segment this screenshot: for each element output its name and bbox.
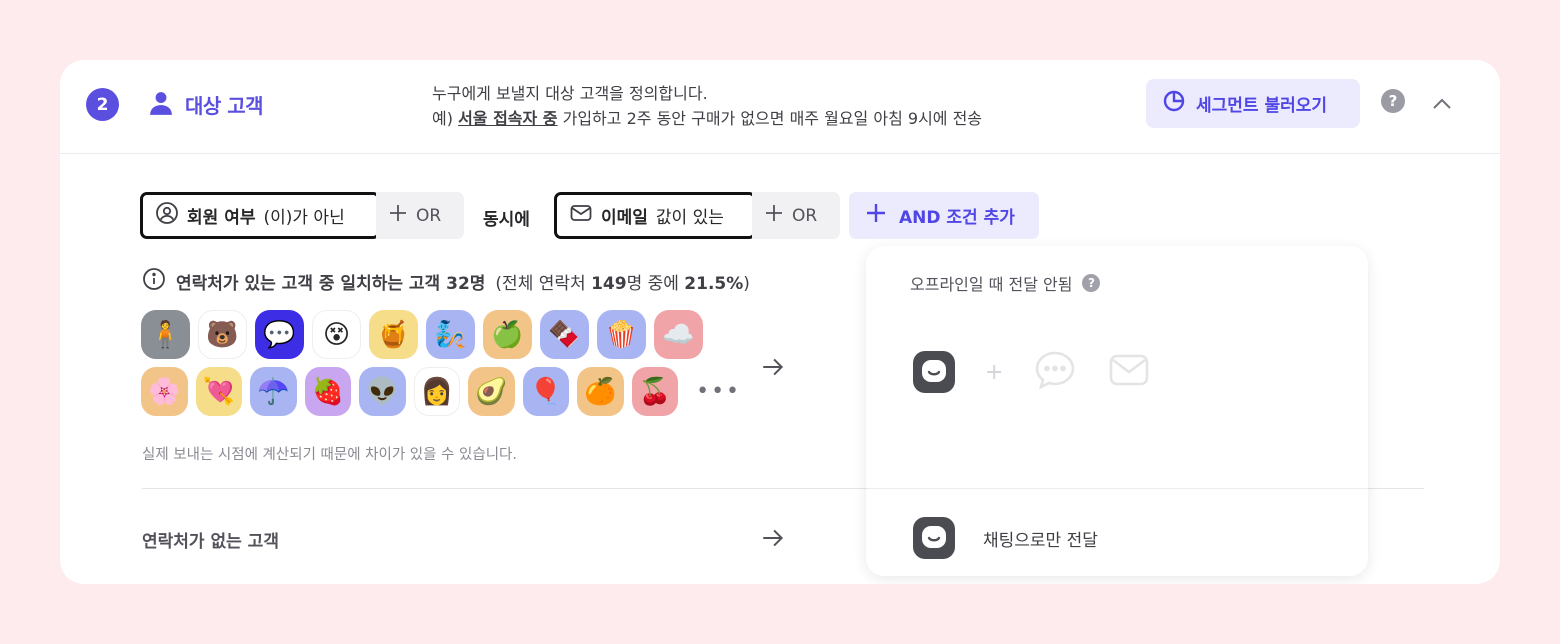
step-badge: 2 — [86, 88, 119, 121]
mail-icon[interactable] — [1107, 348, 1151, 396]
description-line-1: 누구에게 보낼지 대상 고객을 정의합니다. — [432, 84, 708, 103]
or-label: OR — [792, 205, 818, 226]
customer-avatar: 👽 — [359, 367, 406, 416]
detail-open: (전체 연락처 — [495, 274, 592, 294]
customer-avatar: 👩 — [413, 367, 461, 416]
channel-panel: 오프라인일 때 전달 안됨 ? + 채팅으로만 전달 — [866, 246, 1368, 576]
description-line-2: 예) 서울 접속자 중 가입하고 2주 동안 구매가 없으면 매주 월요일 아침… — [432, 105, 982, 129]
plus-icon — [388, 203, 408, 228]
customer-avatar: 💘 — [195, 367, 242, 416]
condition-field: 이메일 — [601, 208, 648, 228]
match-count-text: 연락처가 있는 고객 중 일치하는 고객 32명 — [176, 274, 486, 294]
match-detail: (전체 연락처 149명 중에 21.5%) — [495, 269, 750, 294]
add-and-condition-label: AND 조건 추가 — [899, 208, 1015, 228]
total-contacts: 149 — [591, 274, 627, 294]
panel-divider — [866, 488, 1368, 489]
customer-avatar: 🎈 — [522, 367, 570, 416]
or-button[interactable]: OR — [376, 192, 464, 239]
chevron-up-icon[interactable] — [1430, 92, 1454, 120]
load-segment-label: 세그먼트 불러오기 — [1196, 96, 1328, 116]
customer-avatar: 🍫 — [540, 310, 589, 359]
section-header: 2 대상 고객 누구에게 보낼지 대상 고객을 정의합니다. 예) 서울 접속자… — [60, 60, 1500, 154]
avatar-row: 🌸 💘 ☂️ 🍓 👽 👩 🥑 🎈 🍊 🍒 ••• — [141, 367, 741, 416]
more-avatars-icon: ••• — [696, 379, 742, 404]
customer-avatar: 🧞 — [426, 310, 475, 359]
customer-avatar: 🍊 — [577, 367, 624, 416]
chat-only-option[interactable]: 채팅으로만 전달 — [913, 517, 1098, 559]
chat-bubble-icon[interactable] — [1033, 348, 1077, 396]
customer-avatar: ☂️ — [250, 367, 297, 416]
customer-avatar: 🍓 — [304, 367, 351, 416]
calculation-note: 실제 보내는 시점에 계산되기 때문에 차이가 있을 수 있습니다. — [142, 447, 517, 463]
help-icon[interactable]: ? — [1082, 274, 1101, 292]
customer-avatar: 🍏 — [483, 310, 532, 359]
or-label: OR — [416, 205, 442, 226]
arrow-right-icon — [760, 354, 786, 384]
desc-example-underline: 서울 접속자 중 — [458, 109, 558, 128]
channel-row: + — [913, 348, 1151, 396]
plus-icon — [865, 202, 887, 229]
condition-group-1: 회원 여부 (이)가 아닌 OR — [140, 192, 464, 239]
customer-avatar: 🧍 — [141, 310, 190, 359]
plus-separator: + — [985, 359, 1004, 385]
customer-avatar: 💬 — [255, 310, 304, 359]
condition-field: 회원 여부 — [187, 208, 256, 228]
user-icon — [148, 90, 174, 120]
detail-close: ) — [743, 274, 750, 294]
plus-icon — [764, 203, 784, 228]
add-and-condition-button[interactable]: AND 조건 추가 — [849, 192, 1039, 239]
load-segment-button[interactable]: 세그먼트 불러오기 — [1146, 79, 1360, 128]
help-icon[interactable]: ? — [1381, 89, 1405, 113]
customer-avatar: 🐻 — [198, 310, 247, 359]
customer-avatar: 🥑 — [468, 367, 515, 416]
avatar-grid: 🧍 🐻 💬 😵 🍯 🧞 🍏 🍫 🍿 ☁️ 🌸 💘 ☂️ 🍓 👽 👩 🥑 🎈 🍊 🍒 ••• — [141, 310, 741, 424]
desc-prefix: 예) — [432, 109, 459, 128]
panel-title-text: 오프라인일 때 전달 안됨 — [910, 275, 1073, 294]
mail-icon — [569, 201, 593, 230]
arrow-right-icon — [760, 525, 786, 555]
customer-avatar: 🍒 — [631, 367, 679, 416]
and-join-label: 동시에 — [483, 210, 530, 230]
chat-app-icon — [913, 517, 955, 559]
condition-operator: 값이 있는 — [655, 208, 724, 228]
or-button[interactable]: OR — [752, 192, 840, 239]
customer-avatar: 🍿 — [597, 310, 646, 359]
detail-mid: 명 중에 — [626, 274, 685, 294]
desc-suffix: 가입하고 2주 동안 구매가 없으면 매주 월요일 아침 9시에 전송 — [557, 109, 983, 128]
audience-card: 2 대상 고객 누구에게 보낼지 대상 고객을 정의합니다. 예) 서울 접속자… — [60, 60, 1500, 584]
match-stats: 연락처가 있는 고객 중 일치하는 고객 32명 (전체 연락처 149명 중에… — [142, 267, 750, 296]
customer-avatar: 🌸 — [141, 367, 188, 416]
info-icon — [142, 267, 166, 296]
no-contact-label: 연락처가 없는 고객 — [142, 532, 279, 552]
condition-chip-email[interactable]: 이메일 값이 있는 — [554, 192, 756, 239]
chat-app-icon[interactable] — [913, 351, 955, 393]
condition-chip-membership[interactable]: 회원 여부 (이)가 아닌 — [140, 192, 380, 239]
user-circle-icon — [155, 201, 179, 230]
condition-operator: (이)가 아닌 — [263, 208, 345, 228]
pie-chart-icon — [1162, 89, 1186, 118]
chat-only-label: 채팅으로만 전달 — [983, 530, 1098, 551]
match-percent: 21.5% — [684, 274, 744, 294]
avatar-row: 🧍 🐻 💬 😵 🍯 🧞 🍏 🍫 🍿 ☁️ — [141, 310, 741, 359]
customer-avatar: ☁️ — [654, 310, 703, 359]
condition-group-2: 이메일 값이 있는 OR — [554, 192, 840, 239]
section-title: 대상 고객 — [185, 94, 264, 118]
panel-title: 오프라인일 때 전달 안됨 ? — [910, 271, 1101, 295]
customer-avatar: 🍯 — [369, 310, 418, 359]
customer-avatar: 😵 — [312, 310, 361, 359]
